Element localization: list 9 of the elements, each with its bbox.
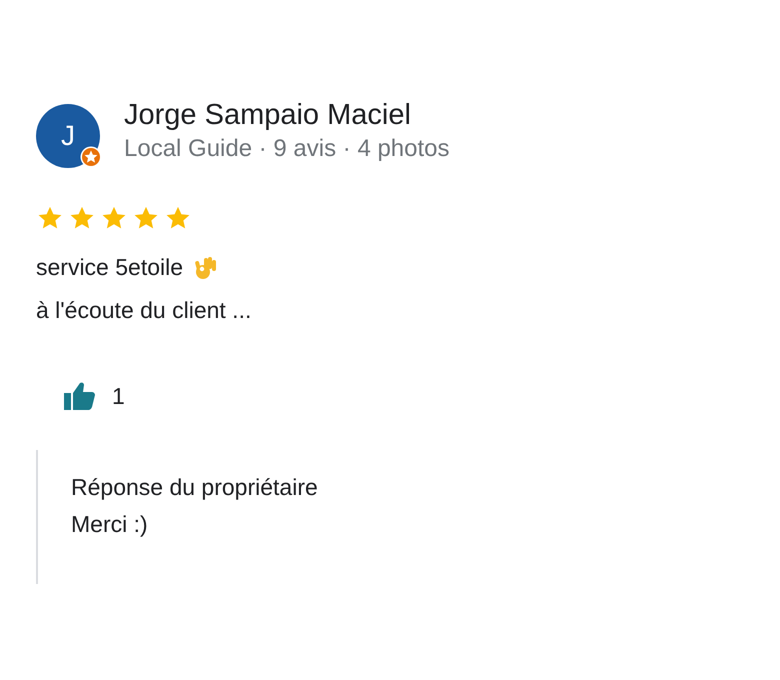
review-text: à l'écoute du client ...: [36, 296, 252, 325]
review-text: service 5etoile: [36, 253, 184, 282]
reply-text: Merci :): [71, 510, 149, 539]
reply-title: Réponse du propriétaire: [71, 473, 319, 502]
like-button[interactable]: 1: [60, 376, 129, 416]
avatar-initial: J: [61, 120, 75, 152]
author-name: Jorge Sampaio Maciel: [124, 98, 412, 132]
author-meta: Local Guide · 9 avis · 4 photos: [124, 134, 450, 164]
thumbs-up-icon: [64, 382, 96, 410]
